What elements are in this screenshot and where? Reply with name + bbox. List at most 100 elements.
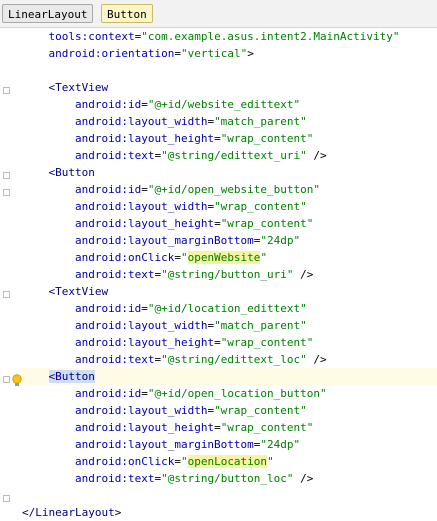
code-line[interactable]: android:id="@+id/location_edittext" — [22, 300, 437, 317]
code-line[interactable]: android:layout_height="wrap_content" — [22, 419, 437, 436]
fold-marker-icon[interactable] — [3, 376, 10, 383]
code-line[interactable]: <Button — [22, 164, 437, 181]
code-line[interactable]: </LinearLayout> — [22, 504, 437, 521]
editor-gutter — [0, 28, 22, 520]
xml-punctuation: = — [214, 132, 221, 145]
xml-value: "vertical" — [180, 47, 248, 60]
xml-attribute: android:id — [74, 387, 142, 400]
fold-marker-icon[interactable] — [3, 189, 10, 196]
xml-punctuation: /> — [306, 353, 327, 366]
fold-marker-icon[interactable] — [3, 495, 10, 502]
code-line[interactable]: android:layout_width="wrap_content" — [22, 402, 437, 419]
xml-punctuation: = — [174, 47, 181, 60]
xml-attribute: android:layout_width — [74, 319, 208, 332]
xml-punctuation: = — [141, 387, 148, 400]
xml-tag: <Button — [48, 166, 95, 179]
xml-punctuation: = — [141, 98, 148, 111]
code-line[interactable]: android:orientation="vertical"> — [22, 45, 437, 62]
xml-punctuation: = — [214, 336, 221, 349]
code-line[interactable]: android:text="@string/button_uri" /> — [22, 266, 437, 283]
code-line[interactable]: android:layout_width="match_parent" — [22, 317, 437, 334]
breadcrumb-item-linearlayout[interactable]: LinearLayout — [2, 4, 94, 23]
lightbulb-intention-icon[interactable] — [12, 374, 22, 388]
fold-marker-icon[interactable] — [3, 291, 10, 298]
method-reference: openWebsite — [187, 251, 261, 264]
xml-punctuation: = — [141, 183, 148, 196]
code-line[interactable]: android:layout_width="match_parent" — [22, 113, 437, 130]
xml-attribute: tools:context — [48, 30, 135, 43]
code-line[interactable]: android:layout_width="wrap_content" — [22, 198, 437, 215]
code-line[interactable]: android:onClick="openWebsite" — [22, 249, 437, 266]
xml-value: "24dp" — [260, 438, 301, 451]
fold-marker-icon[interactable] — [3, 172, 10, 179]
xml-attribute: android:layout_height — [74, 421, 215, 434]
code-line[interactable] — [22, 62, 437, 79]
code-line[interactable]: android:text="@string/button_loc" /> — [22, 470, 437, 487]
xml-value: "wrap_content" — [214, 404, 307, 417]
breadcrumb-item-button[interactable]: Button — [101, 4, 153, 23]
xml-attribute: android:layout_marginBottom — [74, 234, 254, 247]
code-line[interactable]: android:layout_height="wrap_content" — [22, 130, 437, 147]
code-line[interactable]: <TextView — [22, 283, 437, 300]
xml-punctuation: /> — [293, 472, 314, 485]
xml-value: "@+id/open_location_button" — [147, 387, 327, 400]
code-line[interactable]: android:layout_marginBottom="24dp" — [22, 436, 437, 453]
code-line[interactable]: android:text="@string/edittext_loc" /> — [22, 351, 437, 368]
xml-attribute: android:id — [74, 98, 142, 111]
xml-punctuation: > — [247, 47, 254, 60]
xml-value: " — [260, 251, 268, 264]
xml-attribute: android:onClick — [74, 251, 175, 264]
xml-punctuation: = — [174, 251, 181, 264]
fold-marker-icon[interactable] — [3, 87, 10, 94]
code-editor[interactable]: tools:context = "com.example.asus.intent2.… — [22, 28, 437, 520]
xml-tag: <TextView — [48, 285, 109, 298]
xml-value: " — [180, 455, 188, 468]
xml-attribute: android:text — [74, 353, 155, 366]
xml-attribute: android:layout_height — [74, 336, 215, 349]
code-line[interactable]: android:onClick="openLocation" — [22, 453, 437, 470]
xml-attribute: android:layout_height — [74, 132, 215, 145]
code-line[interactable]: android:layout_marginBottom="24dp" — [22, 232, 437, 249]
code-line[interactable]: android:id="@+id/open_location_button" — [22, 385, 437, 402]
xml-attribute: android:onClick — [74, 455, 175, 468]
xml-tag-highlighted: <Button — [48, 370, 95, 383]
code-line[interactable] — [22, 487, 437, 504]
code-line[interactable]: tools:context="com.example.asus.intent2.… — [22, 28, 437, 45]
xml-value: "@string/edittext_loc" — [161, 353, 307, 366]
xml-attribute: android:layout_marginBottom — [74, 438, 254, 451]
xml-attribute: android:text — [74, 268, 155, 281]
xml-value: "@+id/location_edittext" — [147, 302, 307, 315]
xml-attribute: android:text — [74, 472, 155, 485]
code-line[interactable]: android:id="@+id/website_edittext" — [22, 96, 437, 113]
xml-value: "com.example.asus.intent2.MainActivity" — [141, 30, 400, 43]
xml-value: "@string/button_loc" — [161, 472, 294, 485]
xml-value: "match_parent" — [214, 115, 307, 128]
xml-attribute: android:orientation — [48, 47, 175, 60]
xml-punctuation: = — [174, 455, 181, 468]
code-line[interactable]: android:layout_height="wrap_content" — [22, 334, 437, 351]
breadcrumb: LinearLayout Button — [0, 0, 437, 28]
xml-tag: </LinearLayout — [22, 506, 115, 519]
code-line[interactable]: android:id="@+id/open_website_button" — [22, 181, 437, 198]
code-line[interactable]: <TextView — [22, 79, 437, 96]
code-line[interactable]: <Button — [22, 368, 437, 385]
code-line[interactable]: android:text="@string/edittext_uri" /> — [22, 147, 437, 164]
method-reference: openLocation — [187, 455, 268, 468]
xml-value: "wrap_content" — [220, 336, 314, 349]
code-line[interactable]: android:layout_height="wrap_content" — [22, 215, 437, 232]
xml-punctuation: /> — [306, 149, 327, 162]
